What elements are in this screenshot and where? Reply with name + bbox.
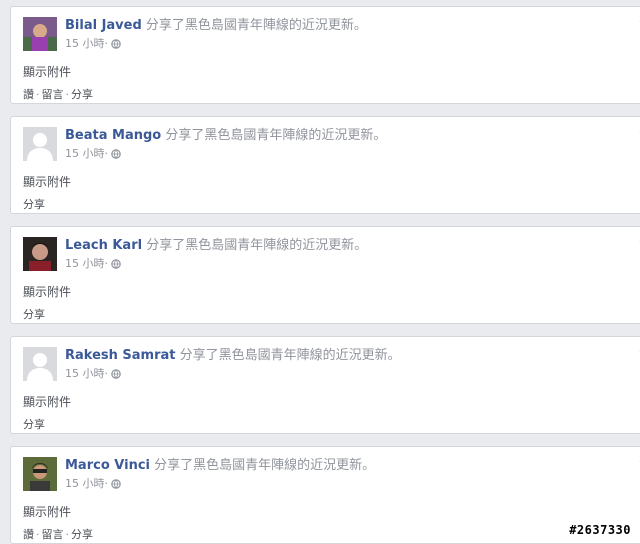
story-meta: 15 小時· — [65, 477, 121, 491]
author-name[interactable]: Leach Karl — [65, 238, 142, 253]
feed-story: Leach Karl 分享了黑色島國青年陣線的近況更新。 15 小時· 顯示附件… — [10, 226, 640, 324]
avatar[interactable] — [23, 237, 57, 271]
feed-story: Bilal Javed 分享了黑色島國青年陣線的近況更新。 15 小時· 顯示附… — [10, 6, 640, 104]
story-meta: 15 小時· — [65, 257, 121, 271]
globe-icon — [111, 149, 121, 159]
feed-story: Marco Vinci 分享了黑色島國青年陣線的近況更新。 15 小時· 顯示附… — [10, 446, 640, 544]
like-link[interactable]: 讚 — [23, 528, 34, 541]
story-header: Bilal Javed 分享了黑色島國青年陣線的近況更新。 — [65, 18, 629, 34]
story-action-text: 分享了黑色島國青年陣線的近況更新。 — [179, 348, 401, 363]
separator: · — [104, 367, 109, 380]
separator: · — [104, 257, 109, 270]
comment-link[interactable]: 留言 — [42, 88, 64, 101]
story-action-text: 分享了黑色島國青年陣線的近況更新。 — [145, 18, 367, 33]
comment-link[interactable]: 留言 — [42, 528, 64, 541]
story-header: Leach Karl 分享了黑色島國青年陣線的近況更新。 — [65, 238, 629, 254]
separator: · — [65, 88, 70, 101]
story-action-text: 分享了黑色島國青年陣線的近況更新。 — [154, 458, 376, 473]
globe-icon — [111, 369, 121, 379]
globe-icon — [111, 39, 121, 49]
avatar[interactable] — [23, 127, 57, 161]
story-meta: 15 小時· — [65, 367, 121, 381]
timestamp[interactable]: 15 小時 — [65, 257, 105, 270]
share-link[interactable]: 分享 — [23, 308, 45, 321]
story-meta: 15 小時· — [65, 147, 121, 161]
separator: · — [36, 528, 40, 541]
separator: · — [104, 37, 109, 50]
share-link[interactable]: 分享 — [23, 198, 45, 211]
share-link[interactable]: 分享 — [71, 88, 93, 101]
story-actions: 分享 — [23, 306, 45, 322]
image-id-watermark: #2637330 — [566, 523, 634, 537]
separator: · — [104, 147, 109, 160]
story-header: Rakesh Samrat 分享了黑色島國青年陣線的近況更新。 — [65, 348, 629, 364]
avatar[interactable] — [23, 17, 57, 51]
story-meta: 15 小時· — [65, 37, 121, 51]
separator: · — [36, 88, 40, 101]
author-name[interactable]: Marco Vinci — [65, 458, 150, 473]
avatar[interactable] — [23, 347, 57, 381]
share-link[interactable]: 分享 — [23, 418, 45, 431]
story-action-text: 分享了黑色島國青年陣線的近況更新。 — [146, 238, 368, 253]
story-header: Beata Mango 分享了黑色島國青年陣線的近況更新。 — [65, 128, 629, 144]
globe-icon — [111, 479, 121, 489]
separator: · — [104, 477, 109, 490]
feed-story: Rakesh Samrat 分享了黑色島國青年陣線的近況更新。 15 小時· 顯… — [10, 336, 640, 434]
story-action-text: 分享了黑色島國青年陣線的近況更新。 — [165, 128, 387, 143]
story-actions: 分享 — [23, 416, 45, 432]
share-link[interactable]: 分享 — [71, 528, 93, 541]
show-attachment-link[interactable]: 顯示附件 — [23, 173, 71, 190]
author-name[interactable]: Bilal Javed — [65, 18, 142, 33]
timestamp[interactable]: 15 小時 — [65, 367, 105, 380]
show-attachment-link[interactable]: 顯示附件 — [23, 283, 71, 300]
timestamp[interactable]: 15 小時 — [65, 477, 105, 490]
timestamp[interactable]: 15 小時 — [65, 147, 105, 160]
story-actions: 分享 — [23, 196, 45, 212]
timestamp[interactable]: 15 小時 — [65, 37, 105, 50]
author-name[interactable]: Beata Mango — [65, 128, 161, 143]
show-attachment-link[interactable]: 顯示附件 — [23, 503, 71, 520]
show-attachment-link[interactable]: 顯示附件 — [23, 393, 71, 410]
author-name[interactable]: Rakesh Samrat — [65, 348, 176, 363]
like-link[interactable]: 讚 — [23, 88, 34, 101]
feed-story: Beata Mango 分享了黑色島國青年陣線的近況更新。 15 小時· 顯示附… — [10, 116, 640, 214]
show-attachment-link[interactable]: 顯示附件 — [23, 63, 71, 80]
story-actions: 讚 · 留言 · 分享 — [23, 86, 93, 102]
story-header: Marco Vinci 分享了黑色島國青年陣線的近況更新。 — [65, 458, 629, 474]
globe-icon — [111, 259, 121, 269]
avatar[interactable] — [23, 457, 57, 491]
separator: · — [65, 528, 70, 541]
